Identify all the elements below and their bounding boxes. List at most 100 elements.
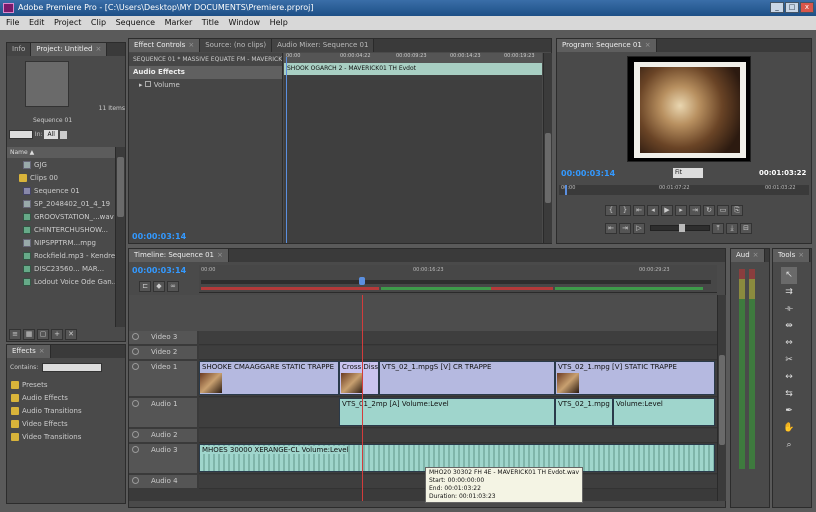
project-column-header[interactable]: Name ▲ xyxy=(7,147,115,158)
video-clip[interactable]: VTS_02_1.mpg [V] STATIC TRAPPE xyxy=(555,361,715,395)
timeline-timecode[interactable]: 00:00:03:14 xyxy=(132,266,186,275)
audio-clip[interactable]: Volume:Level xyxy=(613,398,715,426)
list-item[interactable]: Clips 00 xyxy=(7,172,115,185)
go-to-in-icon[interactable]: ⇤ xyxy=(633,205,645,216)
tab-info[interactable]: Info xyxy=(7,43,32,56)
effect-controls-timecode[interactable]: 00:00:03:14 xyxy=(132,232,186,241)
tab-project[interactable]: Project: Untitled × xyxy=(31,43,108,56)
export-frame-icon[interactable]: ⎘ xyxy=(731,205,743,216)
tab-effect-controls[interactable]: Effect Controls × xyxy=(129,39,201,52)
track-lane-video1[interactable]: SHOOKE CMAAGGARE STATIC TRAPPE Cross Dis… xyxy=(199,361,717,397)
track-lane-audio2[interactable] xyxy=(199,429,717,443)
effects-search-input[interactable] xyxy=(42,363,103,372)
menu-project[interactable]: Project xyxy=(54,18,81,27)
timeline-scroll-thumb[interactable] xyxy=(719,355,725,445)
menu-edit[interactable]: Edit xyxy=(29,18,45,27)
delete-icon[interactable]: ✕ xyxy=(65,329,77,340)
timeline-ruler[interactable]: 00:00 00:00:16:23 00:00:29:23 xyxy=(199,265,717,293)
track-header-audio3[interactable]: Audio 3 xyxy=(129,444,197,474)
lift-icon[interactable]: ⤒ xyxy=(712,223,725,234)
list-item[interactable]: NIPSPPTRM...mpg xyxy=(7,237,115,250)
timeline-playhead-line[interactable] xyxy=(362,295,363,501)
project-find-icon[interactable] xyxy=(59,130,67,139)
minimize-button[interactable]: _ xyxy=(770,2,784,13)
menu-clip[interactable]: Clip xyxy=(91,18,106,27)
list-item[interactable]: SP_2048402_01_4_19 xyxy=(7,198,115,211)
video-clip[interactable]: VTS_02_1.mpgS [V] CR TRAPPE xyxy=(379,361,555,395)
jog-shuttle-slider[interactable] xyxy=(649,223,710,232)
track-lane-audio1[interactable]: VTS_01_2mp [A] Volume:Level VTS_02_1.mpg… xyxy=(199,398,717,428)
audio-clip[interactable]: VTS_02_1.mpg [A] xyxy=(555,398,613,426)
extract-icon[interactable]: ⤓ xyxy=(726,223,739,234)
program-timecode[interactable]: 00:00:03:14 xyxy=(561,169,615,178)
track-header-audio4[interactable]: Audio 4 xyxy=(129,475,197,489)
menu-marker[interactable]: Marker xyxy=(165,18,193,27)
effect-controls-scroll-thumb[interactable] xyxy=(545,133,551,203)
new-item-icon[interactable]: + xyxy=(51,329,63,340)
tab-tools[interactable]: Tools × xyxy=(773,249,811,262)
list-item[interactable]: GROOVSTATION_...wav xyxy=(7,211,115,224)
list-item[interactable]: Rockfield.mp3 - Kendrey... xyxy=(7,250,115,263)
menu-title[interactable]: Title xyxy=(202,18,219,27)
go-to-previous-edit-icon[interactable]: ⇤ xyxy=(605,223,617,234)
effects-folder-audio-transitions[interactable]: Audio Transitions xyxy=(7,405,125,418)
link-icon[interactable]: ∞ xyxy=(167,281,179,292)
set-in-icon[interactable]: { xyxy=(605,205,617,216)
list-item[interactable]: Lodout Voice Ode Gan... xyxy=(7,276,115,289)
timeline-playhead-handle[interactable] xyxy=(359,277,365,285)
step-back-icon[interactable]: ◂ xyxy=(647,205,659,216)
timeline-scrollbar[interactable] xyxy=(717,295,726,501)
zoom-tool-icon[interactable]: ⌕ xyxy=(781,437,797,454)
icon-view-icon[interactable]: ▦ xyxy=(23,329,35,340)
selection-tool-icon[interactable]: ↖ xyxy=(781,267,797,284)
rate-stretch-tool-icon[interactable]: ⇔ xyxy=(781,335,797,352)
play-icon[interactable]: ▶ xyxy=(661,205,673,216)
track-lane-video3[interactable] xyxy=(199,331,717,345)
tab-program[interactable]: Program: Sequence 01 × xyxy=(557,39,657,52)
rolling-edit-tool-icon[interactable]: ⇹ xyxy=(781,318,797,335)
pen-tool-icon[interactable]: ✒ xyxy=(781,403,797,420)
tab-timeline[interactable]: Timeline: Sequence 01 × xyxy=(129,249,229,262)
new-bin-icon[interactable]: ▢ xyxy=(37,329,49,340)
track-header-audio1[interactable]: Audio 1 xyxy=(129,398,197,428)
project-find-field[interactable] xyxy=(9,130,33,139)
track-header-video3[interactable]: Video 3 xyxy=(129,331,197,345)
snap-icon[interactable]: ⊏ xyxy=(139,281,151,292)
effect-controls-clip[interactable]: SHOOK OGARCH 2 - MAVERICK01 TH Evdot xyxy=(284,63,542,75)
maximize-button[interactable]: □ xyxy=(785,2,799,13)
project-scrollbar[interactable] xyxy=(115,147,125,327)
menu-window[interactable]: Window xyxy=(228,18,260,27)
marker-icon[interactable]: ◆ xyxy=(153,281,165,292)
track-lane-video2[interactable] xyxy=(199,346,717,360)
play-in-to-out-icon[interactable]: ▷ xyxy=(633,223,645,234)
program-ruler[interactable]: 00:00 00:01:07:22 00:01:03:22 xyxy=(559,185,809,195)
effect-controls-playhead[interactable] xyxy=(286,57,287,243)
track-select-tool-icon[interactable]: ⇉ xyxy=(781,284,797,301)
set-out-icon[interactable]: } xyxy=(619,205,631,216)
effects-folder-video-transitions[interactable]: Video Transitions xyxy=(7,431,125,444)
list-view-icon[interactable]: ≡ xyxy=(9,329,21,340)
menu-file[interactable]: File xyxy=(6,18,19,27)
hand-tool-icon[interactable]: ✋ xyxy=(781,420,797,437)
tab-audio-mixer[interactable]: Audio Mixer: Sequence 01 xyxy=(272,39,375,52)
menu-help[interactable]: Help xyxy=(270,18,288,27)
tab-effects[interactable]: Effects × xyxy=(7,345,51,358)
volume-property[interactable]: ▸ Volume xyxy=(129,79,282,92)
safe-margins-icon[interactable]: ▭ xyxy=(717,205,729,216)
audio-clip[interactable]: VTS_01_2mp [A] Volume:Level xyxy=(339,398,555,426)
effects-folder-audio-effects[interactable]: Audio Effects xyxy=(7,392,125,405)
slide-tool-icon[interactable]: ⇆ xyxy=(781,386,797,403)
trim-icon[interactable]: ⊟ xyxy=(740,223,753,234)
tab-audio-meters[interactable]: Aud × xyxy=(731,249,765,262)
list-item[interactable]: CHINTERCHUSHOW... xyxy=(7,224,115,237)
tab-source[interactable]: Source: (no clips) xyxy=(200,39,273,52)
close-button[interactable]: x xyxy=(800,2,814,13)
go-to-out-icon[interactable]: ⇥ xyxy=(689,205,701,216)
project-scroll-thumb[interactable] xyxy=(117,157,124,217)
effects-folder-video-effects[interactable]: Video Effects xyxy=(7,418,125,431)
menu-sequence[interactable]: Sequence xyxy=(116,18,155,27)
loop-icon[interactable]: ↻ xyxy=(703,205,715,216)
effect-controls-scrollbar[interactable] xyxy=(543,53,552,243)
effects-folder-presets[interactable]: Presets xyxy=(7,379,125,392)
step-forward-icon[interactable]: ▸ xyxy=(675,205,687,216)
